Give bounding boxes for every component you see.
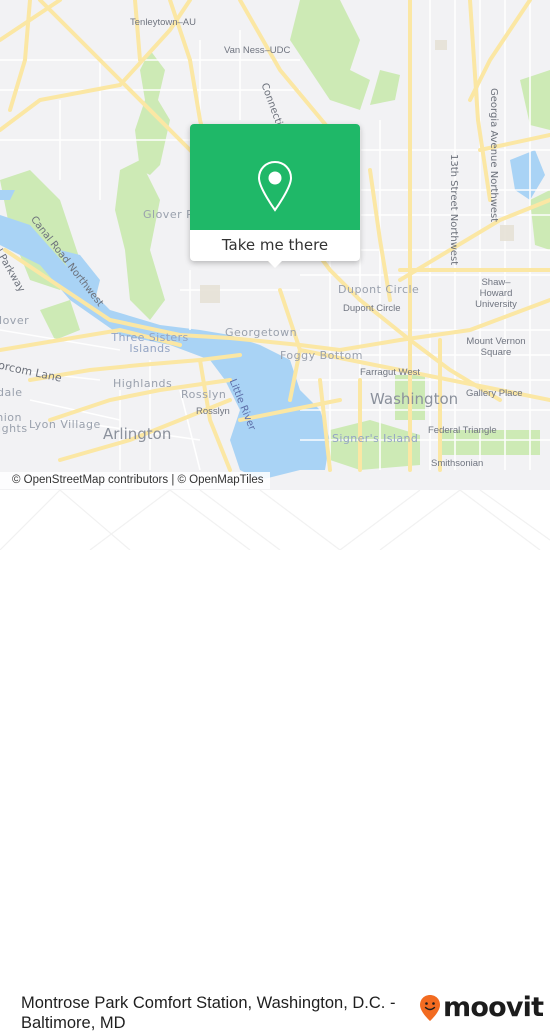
map-label-13th-street: 13th Street Northwest: [448, 154, 459, 266]
location-popup: Take me there: [190, 124, 360, 268]
moovit-wordmark: moovit: [443, 992, 544, 1023]
map-label-rosslyn-station: Rosslyn: [196, 406, 230, 417]
location-title: Montrose Park Comfort Station, Washingto…: [21, 994, 396, 1032]
map-label-dale: dale: [0, 386, 23, 399]
map-label-washington: Washington: [370, 390, 459, 408]
map-label-signers-island: Signer's Island: [332, 432, 419, 445]
map-label-farragut-west: Farragut West: [360, 367, 421, 378]
map-label-shaw-howard: Shaw–Howard University: [475, 277, 517, 310]
popup-header: [190, 124, 360, 230]
location-pin-icon: [257, 160, 293, 212]
map-label-mount-vernon-square: Mount Vernon Square: [466, 336, 526, 358]
map-label-lyon-village: Lyon Village: [29, 418, 101, 431]
map-label-foggy-bottom: Foggy Bottom: [280, 349, 363, 362]
take-me-there-button[interactable]: Take me there: [190, 230, 360, 261]
moovit-logo[interactable]: moovit: [419, 992, 544, 1023]
map-label-van-ness: Van Ness–UDC: [224, 45, 291, 56]
map-label-gallery-place: Gallery Place: [466, 388, 523, 399]
map-label-three-sisters-islands: Three Sisters Islands: [111, 331, 189, 355]
map-label-highlands: Highlands: [113, 377, 173, 390]
map-label-georgetown: Georgetown: [225, 326, 298, 339]
map-label-dupont-circle-station: Dupont Circle: [343, 303, 401, 314]
map-label-tenleytown: Tenleytown–AU: [130, 17, 197, 28]
map-label-rosslyn-area: Rosslyn: [181, 388, 227, 401]
map[interactable]: Tenleytown–AU Van Ness–UDC Connecticut G…: [0, 0, 550, 490]
map-label-arlington: Arlington: [103, 425, 172, 443]
map-attribution[interactable]: © OpenStreetMap contributors | © OpenMap…: [0, 472, 270, 489]
map-label-dupont-circle-area: Dupont Circle: [338, 283, 420, 296]
footer-background-pattern: [0, 490, 550, 550]
map-label-smithsonian: Smithsonian: [431, 458, 484, 469]
popup-pointer: [267, 260, 283, 268]
moovit-pin-smile-icon: [420, 995, 440, 1021]
map-label-georgia-avenue: Georgia Avenue Northwest: [488, 88, 499, 223]
map-label-union-heights: Union Heights: [0, 411, 28, 435]
map-label-federal-triangle: Federal Triangle: [428, 425, 497, 436]
map-label-glover: Glover: [0, 314, 30, 327]
footer: Montrose Park Comfort Station, Washingto…: [0, 490, 550, 1032]
